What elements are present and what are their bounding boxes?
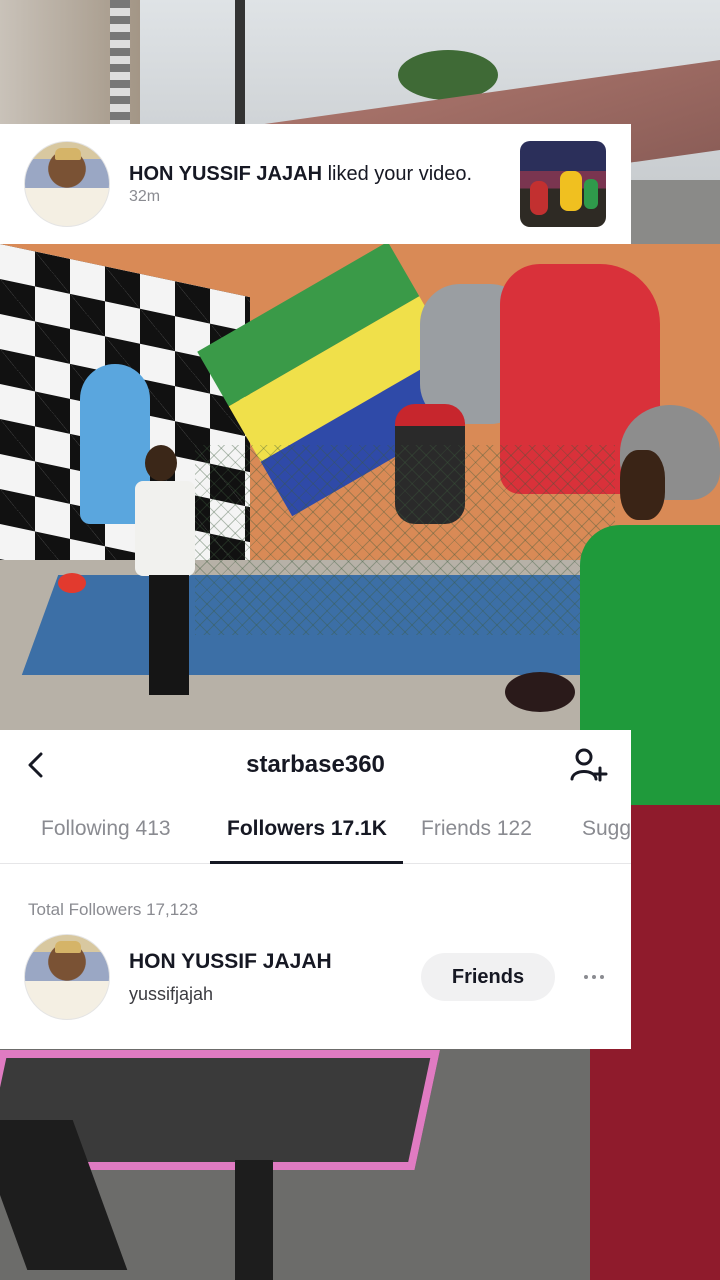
dot (584, 975, 588, 979)
tab-following[interactable]: Following 413 (41, 800, 171, 863)
more-options-button[interactable] (579, 962, 609, 992)
follow-tabs: Following 413 Followers 17.1K Friends 12… (0, 800, 631, 864)
avatar-cap (55, 148, 81, 160)
dot (600, 975, 604, 979)
tab-suggested[interactable]: Sugg (582, 800, 631, 863)
add-user-button[interactable] (569, 746, 609, 784)
player-face (620, 450, 665, 520)
notification-message: HON YUSSIF JAJAH liked your video. (129, 162, 520, 186)
lamp-pole (235, 0, 245, 130)
avatar[interactable] (24, 141, 110, 227)
player-legs (149, 575, 189, 695)
follower-name: HON YUSSIF JAJAH (129, 949, 332, 973)
panel-header: starbase360 (0, 730, 631, 800)
active-tab-indicator (210, 861, 403, 864)
like-notification[interactable]: HON YUSSIF JAJAH liked your video. 32m (0, 124, 631, 244)
follower-info: HON YUSSIF JAJAH yussifjajah (129, 950, 421, 1005)
dot (592, 975, 596, 979)
thumbnail-figure (584, 179, 598, 209)
chevron-left-icon (28, 752, 43, 778)
back-button[interactable] (20, 750, 50, 780)
fence (195, 445, 615, 635)
avatar-cap (55, 941, 81, 953)
notification-name: HON YUSSIF JAJAH (129, 163, 323, 185)
thumbnail-figure (530, 181, 548, 215)
notification-text: HON YUSSIF JAJAH liked your video. 32m (129, 162, 520, 206)
thumbnail-figure (560, 171, 582, 211)
video-thumbnail[interactable] (520, 141, 606, 227)
player-head (145, 445, 177, 481)
building (0, 0, 140, 130)
notification-action: liked your video. (327, 163, 473, 185)
building-stripe (110, 0, 130, 130)
paddle (58, 573, 86, 593)
player-shirt (135, 481, 195, 576)
tab-followers[interactable]: Followers 17.1K (227, 800, 387, 863)
tab-friends[interactable]: Friends 122 (421, 800, 532, 863)
table-leg (235, 1160, 273, 1280)
paddle (505, 672, 575, 712)
followers-panel: starbase360 Following 413 Followers 17.1… (0, 730, 631, 1049)
add-user-icon (570, 748, 608, 782)
profile-username: starbase360 (246, 751, 385, 778)
avatar[interactable] (24, 934, 110, 1020)
list-item[interactable]: HON YUSSIF JAJAH yussifjajah Friends (0, 934, 631, 1020)
notification-time: 32m (129, 188, 161, 205)
total-followers: Total Followers 17,123 (28, 900, 199, 919)
follower-handle: yussifjajah (129, 983, 214, 1004)
player-man (135, 445, 205, 700)
friends-button[interactable]: Friends (421, 953, 555, 1001)
